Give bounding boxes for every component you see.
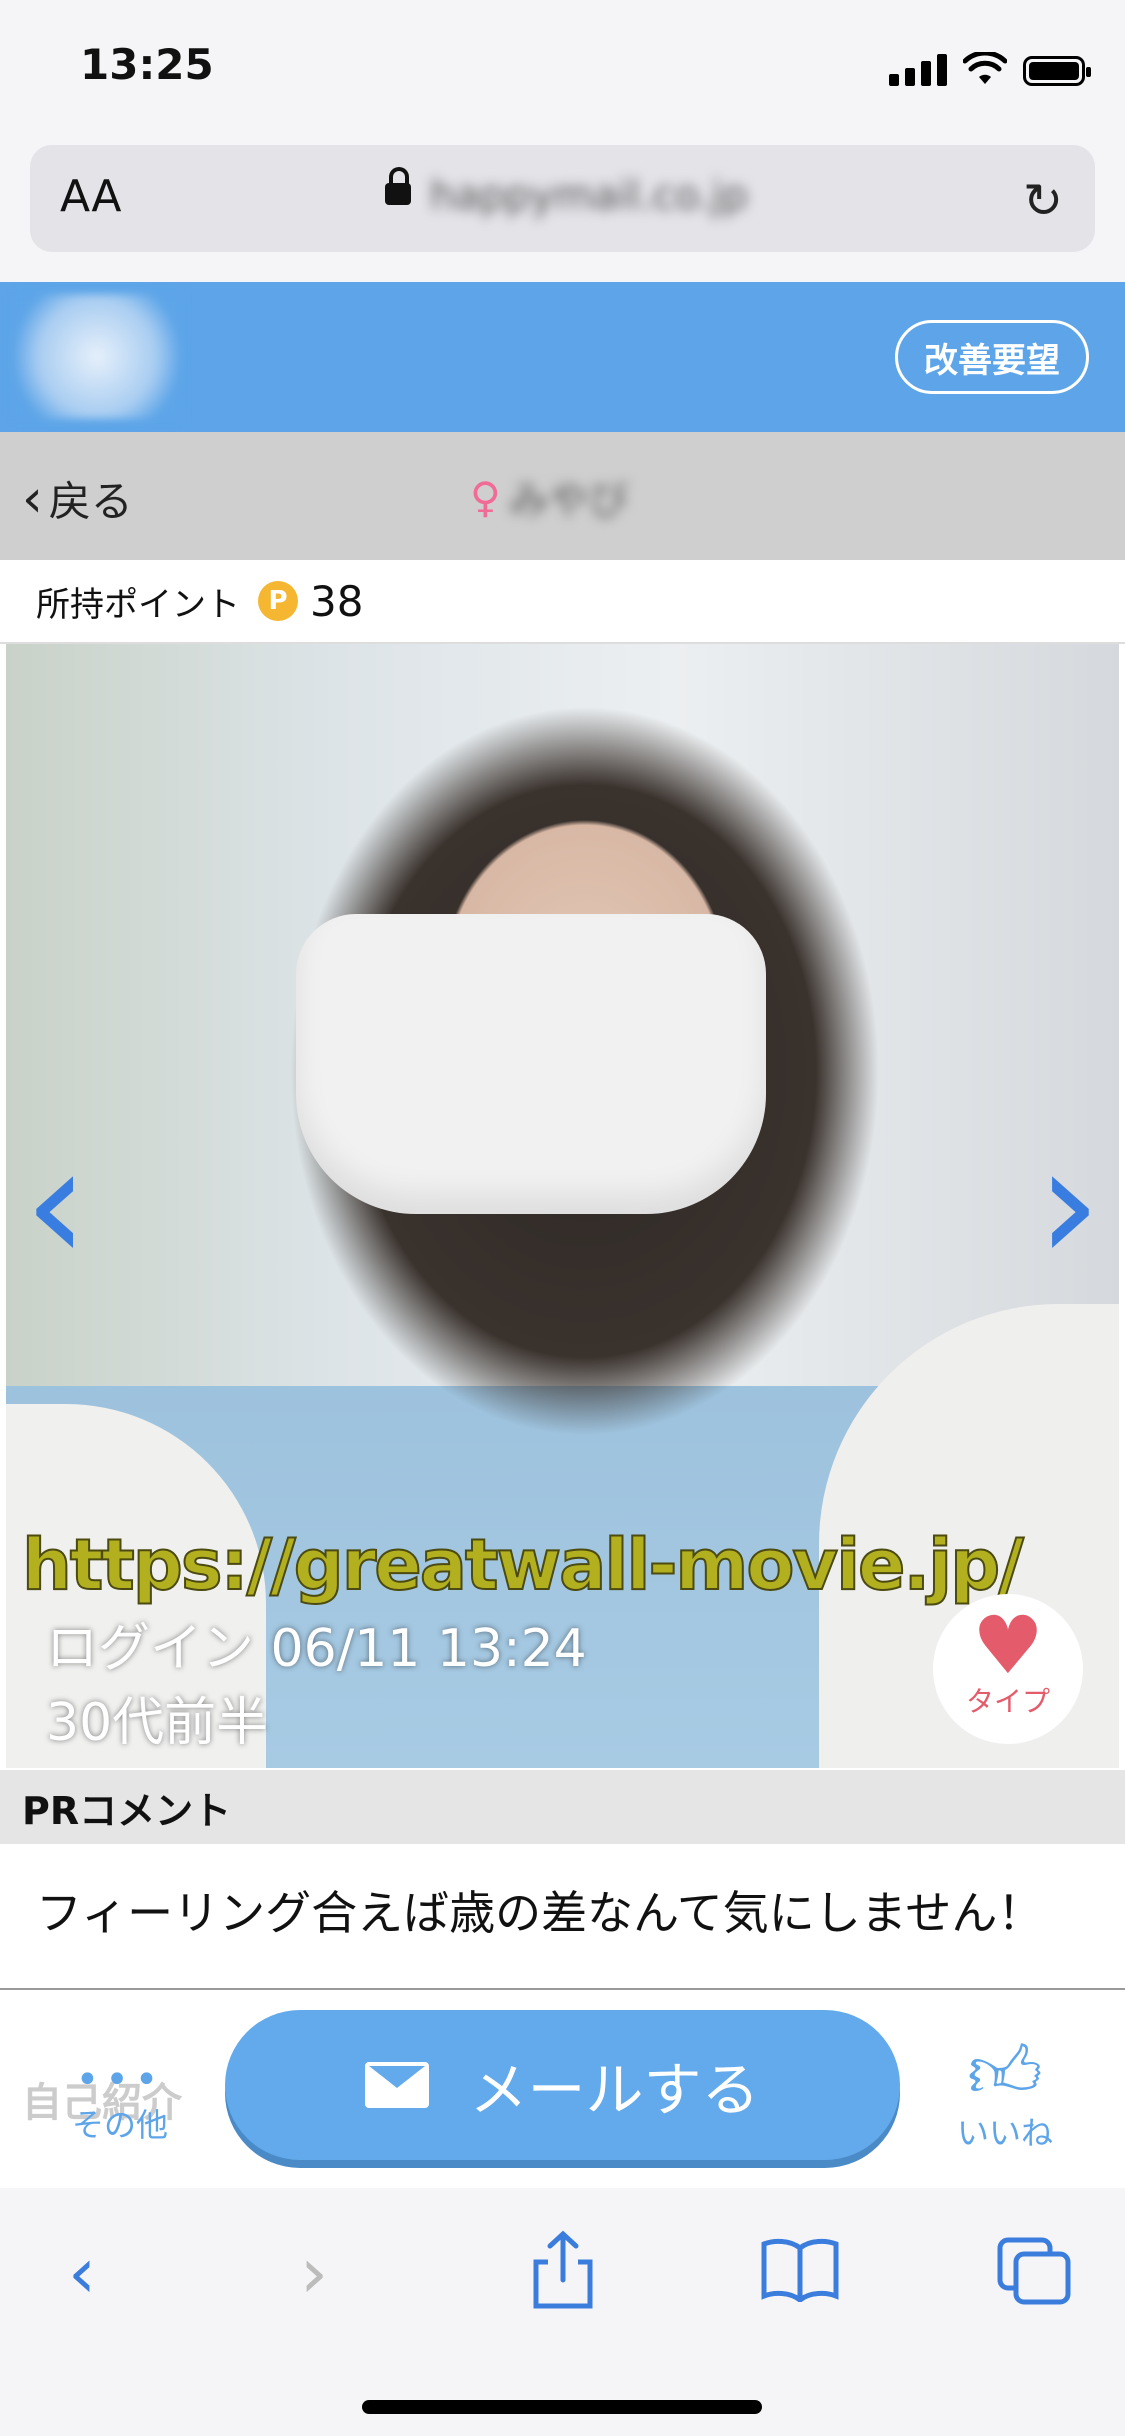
back-button[interactable]: ‹ 戻る	[22, 468, 133, 529]
more-dots-icon: •••	[75, 2057, 165, 2103]
pr-comment-text: フィーリング合えば歳の差なんて気にしません！	[36, 1886, 1044, 1940]
wifi-icon	[963, 52, 1007, 84]
url-domain[interactable]: happymail.co.jp	[430, 173, 748, 219]
envelope-icon	[365, 2062, 430, 2108]
age-range: 30代前半	[46, 1693, 269, 1753]
browser-toolbar: ‹ ›	[0, 2188, 1125, 2436]
points-label: 所持ポイント	[36, 584, 240, 625]
bookmarks-icon[interactable]	[760, 2238, 840, 2302]
other-button[interactable]: ••• その他	[60, 2060, 180, 2146]
status-bar: 13:25	[0, 0, 1125, 135]
status-icons	[889, 52, 1091, 86]
status-time: 13:25	[80, 40, 214, 89]
action-bar: 自己紹介 ••• その他 メールする 👍︎ いいね	[0, 1988, 1125, 2190]
reload-icon[interactable]: ↻	[1023, 173, 1063, 229]
battery-icon	[1023, 56, 1091, 86]
type-like-button[interactable]: ♥ タイプ	[933, 1594, 1083, 1744]
back-icon[interactable]: ‹	[68, 2238, 96, 2308]
page-title: ♀ みやび	[470, 468, 629, 526]
points-row: 所持ポイント P 38	[0, 560, 1125, 644]
improvement-request-button[interactable]: 改善要望	[895, 320, 1089, 394]
site-logo[interactable]	[12, 294, 182, 419]
text-size-button[interactable]: AA	[60, 171, 121, 222]
tabs-icon[interactable]	[996, 2236, 1072, 2306]
pr-comment-title: PRコメント	[22, 1788, 232, 1833]
signal-icon	[889, 52, 947, 86]
like-button[interactable]: 👍︎ いいね	[945, 2036, 1065, 2154]
forward-icon[interactable]: ›	[300, 2238, 328, 2308]
type-label: タイプ	[965, 1685, 1050, 1718]
other-label: その他	[71, 2106, 168, 2144]
chevron-left-icon: ‹	[22, 468, 43, 529]
nav-bar: ‹ 戻る ♀ みやび	[0, 432, 1125, 560]
next-photo-arrow-icon[interactable]: ›	[1037, 1124, 1101, 1284]
last-login: ログイン 06/11 13:24	[46, 1619, 587, 1679]
thumbs-up-icon: 👍︎	[967, 2030, 1043, 2114]
like-label: いいね	[956, 2114, 1053, 2152]
send-mail-button[interactable]: メールする	[225, 2010, 900, 2160]
watermark: https://greatwall-movie.jp/	[21, 1523, 1025, 1607]
browser-address-area: AA happymail.co.jp ↻	[0, 135, 1125, 282]
send-mail-label: メールする	[469, 2056, 760, 2124]
profile-photo[interactable]: ‹ › https://greatwall-movie.jp/ ログイン 06/…	[6, 644, 1119, 1768]
home-indicator	[362, 2400, 762, 2414]
site-header: 改善要望	[0, 282, 1125, 432]
share-icon[interactable]	[528, 2230, 598, 2310]
heart-icon: ♥	[972, 1599, 1044, 1692]
back-label: 戻る	[48, 477, 133, 526]
photo-face-mask	[296, 914, 766, 1214]
point-coin-icon: P	[258, 581, 298, 621]
pr-comment-header: PRコメント	[0, 1770, 1125, 1844]
url-bar[interactable]: AA happymail.co.jp ↻	[30, 145, 1095, 252]
lock-icon	[385, 167, 411, 205]
female-icon: ♀	[470, 472, 501, 522]
points-value: 38	[310, 576, 364, 626]
prev-photo-arrow-icon[interactable]: ‹	[24, 1124, 88, 1284]
profile-name: みやび	[508, 478, 629, 524]
